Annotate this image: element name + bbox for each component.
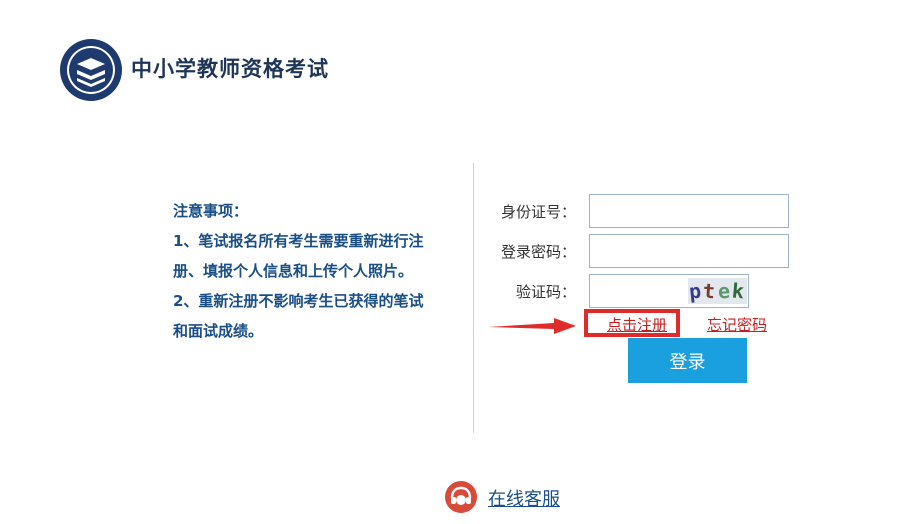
notice-line: 和面试成绩。 xyxy=(173,322,264,340)
customer-service-icon[interactable] xyxy=(445,481,477,513)
exam-logo-icon xyxy=(60,39,122,101)
captcha-label: 验证码： xyxy=(515,283,576,301)
captcha-char: t xyxy=(702,278,719,304)
notice-line: 册、填报个人信息和上传个人照片。 xyxy=(173,262,414,280)
login-button[interactable]: 登录 xyxy=(628,338,747,383)
notice-line: 2、重新注册不影响考生已获得的笔试 xyxy=(173,292,424,310)
captcha-char: k xyxy=(730,278,747,304)
online-service-link[interactable]: 在线客服 xyxy=(488,485,560,511)
id-number-label: 身份证号： xyxy=(500,203,576,221)
notice-heading: 注意事项： xyxy=(173,202,249,220)
forgot-password-link[interactable]: 忘记密码 xyxy=(707,314,767,335)
id-number-input[interactable] xyxy=(589,194,789,228)
notice-line: 1、笔试报名所有考生需要重新进行注 xyxy=(173,232,424,250)
captcha-image[interactable]: ptek xyxy=(688,278,747,304)
captcha-char: e xyxy=(716,278,733,304)
arrow-right-icon xyxy=(488,318,576,334)
password-label: 登录密码： xyxy=(500,243,576,261)
vertical-divider xyxy=(473,163,474,433)
password-input[interactable] xyxy=(589,234,789,268)
notice-panel: 注意事项： 1、笔试报名所有考生需要重新进行注 册、填报个人信息和上传个人照片。… xyxy=(173,196,453,346)
register-link[interactable]: 点击注册 xyxy=(607,314,667,335)
site-title: 中小学教师资格考试 xyxy=(131,57,329,81)
